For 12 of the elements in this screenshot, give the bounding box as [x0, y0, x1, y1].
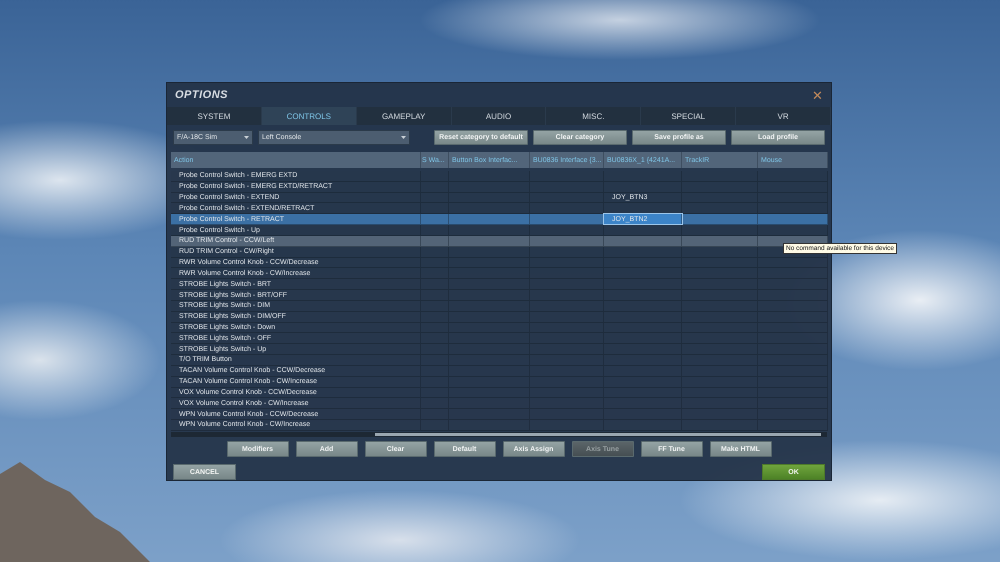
tab[interactable]: AUDIO [452, 107, 546, 125]
tab[interactable]: MISC. [546, 107, 642, 125]
window-title: OPTIONS [175, 89, 228, 101]
tab[interactable]: SPECIAL [641, 107, 736, 125]
caret-icon [401, 136, 406, 139]
tab[interactable]: GAMEPLAY [356, 107, 452, 125]
tab[interactable]: VR [736, 107, 832, 125]
caret-icon [244, 136, 249, 139]
tab[interactable]: CONTROLS [262, 107, 357, 125]
close-button[interactable]: ✕ [812, 88, 823, 102]
horizontal-scrollbar[interactable] [171, 432, 827, 437]
tab[interactable]: SYSTEM [167, 107, 262, 125]
